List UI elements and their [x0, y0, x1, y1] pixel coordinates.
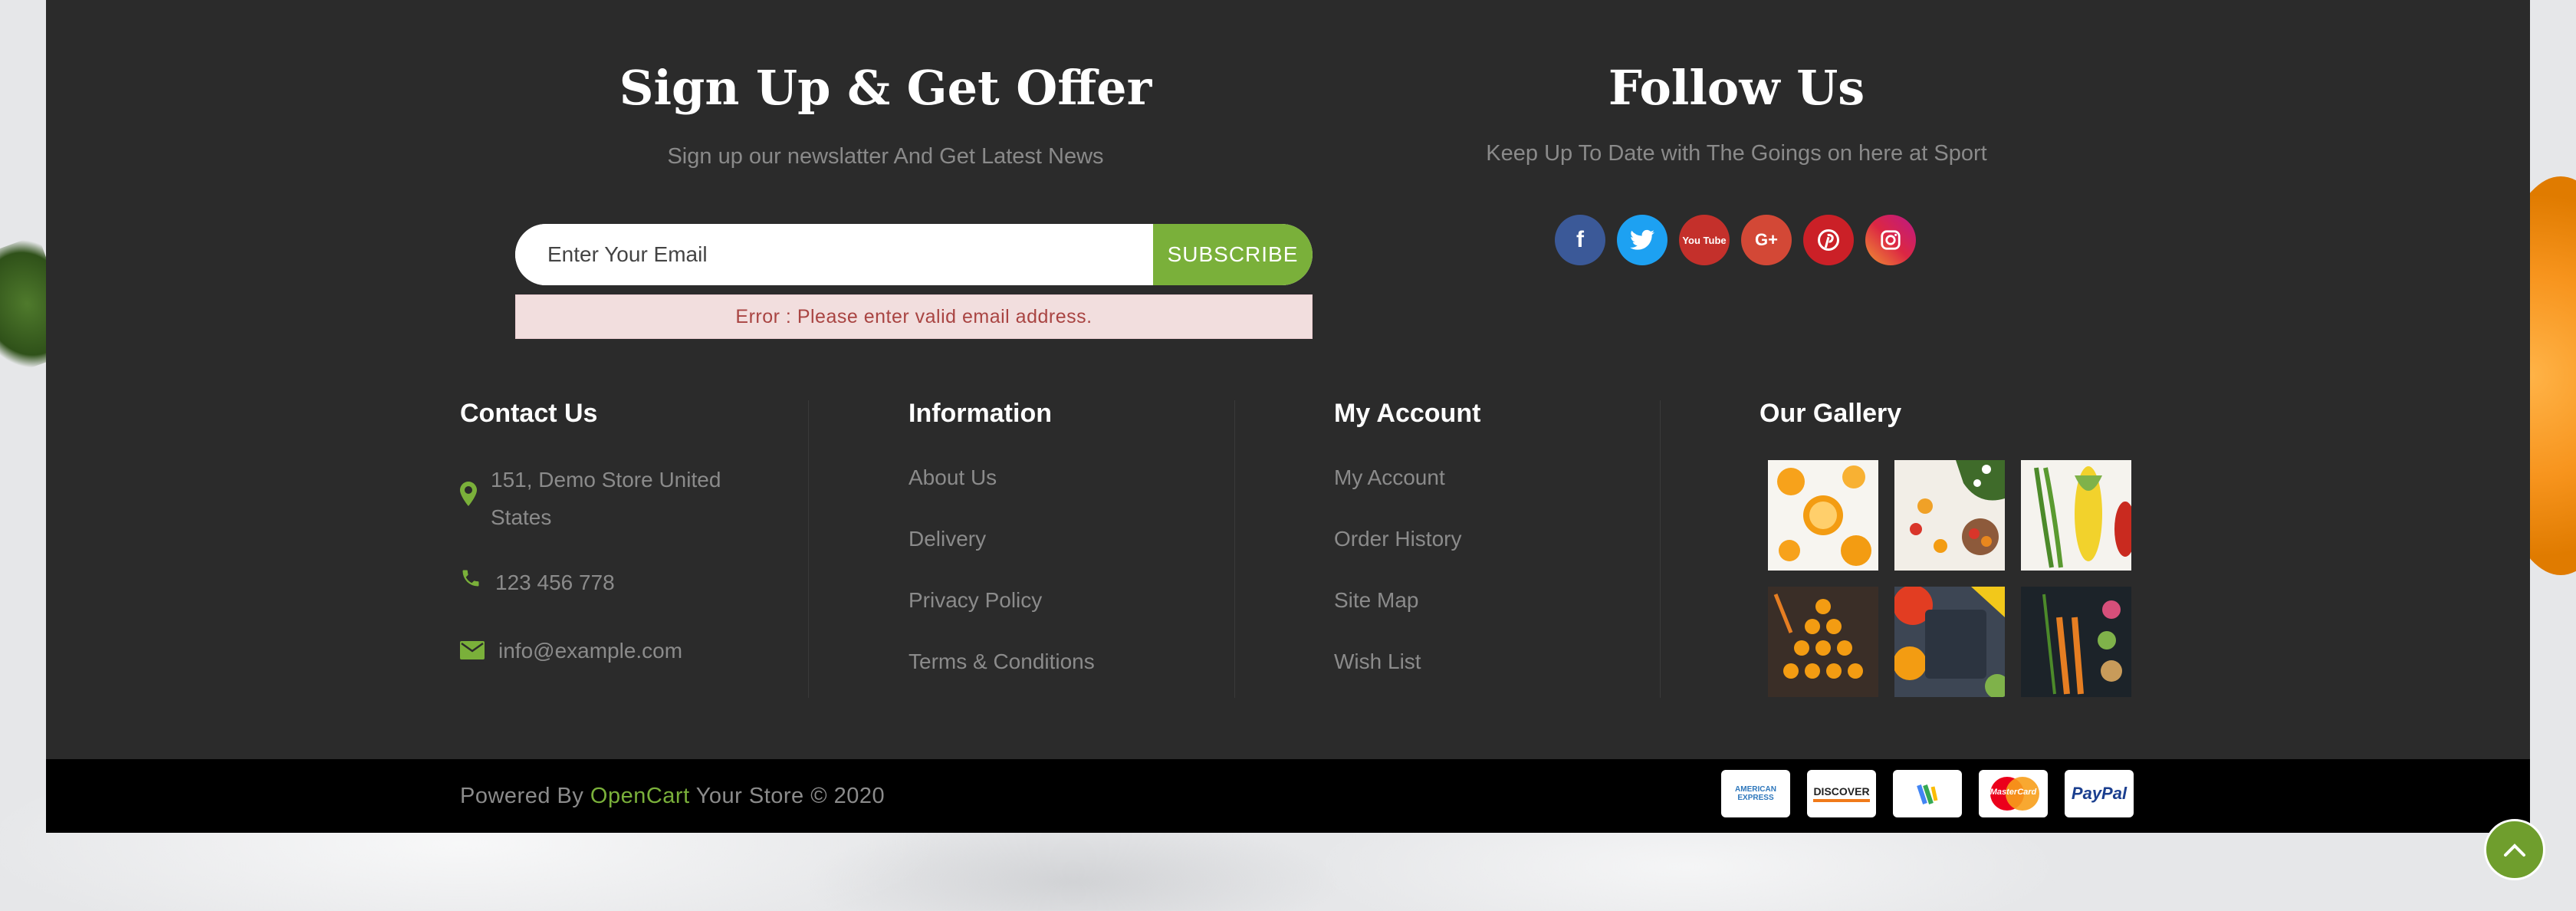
- back-to-top-button[interactable]: [2484, 819, 2545, 880]
- link-about-us[interactable]: About Us: [909, 465, 997, 490]
- gallery-image-orange-slices[interactable]: [1768, 460, 1878, 571]
- paypal-text: PayPal: [2071, 784, 2128, 803]
- subscribe-button[interactable]: SUBSCRIBE: [1153, 224, 1313, 285]
- social-links: f You Tube G+: [1555, 215, 1916, 265]
- follow-title: Follow Us: [1608, 60, 1865, 116]
- gallery-image-orange-pyramid[interactable]: [1768, 587, 1878, 697]
- link-wish-list[interactable]: Wish List: [1334, 650, 1421, 674]
- phone-icon: [460, 567, 481, 592]
- gallery-image-beans-corn[interactable]: [2021, 460, 2131, 571]
- newsletter-form: SUBSCRIBE: [515, 224, 1313, 285]
- email-error-message: Error : Please enter valid email address…: [515, 294, 1313, 339]
- discover-payment-icon: DISCOVER: [1807, 770, 1876, 817]
- footer: [46, 0, 2530, 759]
- contact-email[interactable]: info@example.com: [498, 632, 682, 669]
- map-marker-icon: [460, 482, 477, 509]
- column-divider: [808, 400, 809, 698]
- account-title: My Account: [1334, 399, 1481, 428]
- youtube-icon-text: You Tube: [1682, 234, 1727, 246]
- gallery-image-fruits-flowers[interactable]: [1894, 460, 2005, 571]
- gallery-title: Our Gallery: [1760, 399, 1902, 428]
- link-my-account[interactable]: My Account: [1334, 465, 1445, 490]
- follow-subtitle: Keep Up To Date with The Goings on here …: [1486, 141, 1987, 166]
- link-privacy-policy[interactable]: Privacy Policy: [909, 588, 1042, 613]
- copyright: Powered By OpenCart Your Store © 2020: [460, 784, 885, 809]
- information-title: Information: [909, 399, 1052, 428]
- bottom-bar: [46, 759, 2530, 833]
- newsletter-subtitle: Sign up our newslatter And Get Latest Ne…: [667, 144, 1104, 169]
- google-plus-icon-text: G+: [1755, 230, 1778, 249]
- newsletter-title: Sign Up & Get Offer: [619, 60, 1152, 116]
- discover-text: DISCOVER: [1813, 785, 1870, 802]
- contact-address: 151, Demo Store United States: [491, 461, 721, 536]
- pinterest-icon[interactable]: [1803, 215, 1854, 265]
- link-site-map[interactable]: Site Map: [1334, 588, 1419, 613]
- contact-phone: 123 456 778: [495, 571, 615, 594]
- amex-text: AMERICAN EXPRESS: [1735, 785, 1776, 802]
- opencart-link[interactable]: OpenCart: [590, 784, 690, 808]
- link-terms-conditions[interactable]: Terms & Conditions: [909, 650, 1095, 674]
- google-plus-icon[interactable]: G+: [1741, 215, 1792, 265]
- mastercard-text: MasterCard: [1990, 788, 2037, 797]
- powered-prefix: Powered By: [460, 784, 584, 808]
- column-divider: [1660, 400, 1661, 698]
- instagram-icon[interactable]: [1865, 215, 1916, 265]
- amex-payment-icon: AMERICAN EXPRESS: [1721, 770, 1790, 817]
- contact-title: Contact Us: [460, 399, 598, 428]
- facebook-icon[interactable]: f: [1555, 215, 1605, 265]
- contact-address-line2: States: [491, 505, 552, 529]
- chevron-up-icon: [2504, 844, 2525, 857]
- gallery-image-vegetables-slate[interactable]: [1894, 587, 2005, 697]
- powered-suffix: Your Store © 2020: [695, 784, 886, 808]
- google-wallet-payment-icon: [1893, 770, 1962, 817]
- youtube-icon[interactable]: You Tube: [1679, 215, 1730, 265]
- twitter-icon[interactable]: [1617, 215, 1668, 265]
- envelope-icon: [460, 641, 485, 663]
- paypal-payment-icon: PayPal: [2065, 770, 2134, 817]
- gallery-image-carrots-radishes[interactable]: [2021, 587, 2131, 697]
- link-delivery[interactable]: Delivery: [909, 527, 986, 551]
- column-divider: [1234, 400, 1235, 698]
- contact-address-line1: 151, Demo Store United: [491, 468, 721, 492]
- mastercard-payment-icon: MasterCard: [1979, 770, 2048, 817]
- email-input[interactable]: [515, 224, 1153, 285]
- link-order-history[interactable]: Order History: [1334, 527, 1461, 551]
